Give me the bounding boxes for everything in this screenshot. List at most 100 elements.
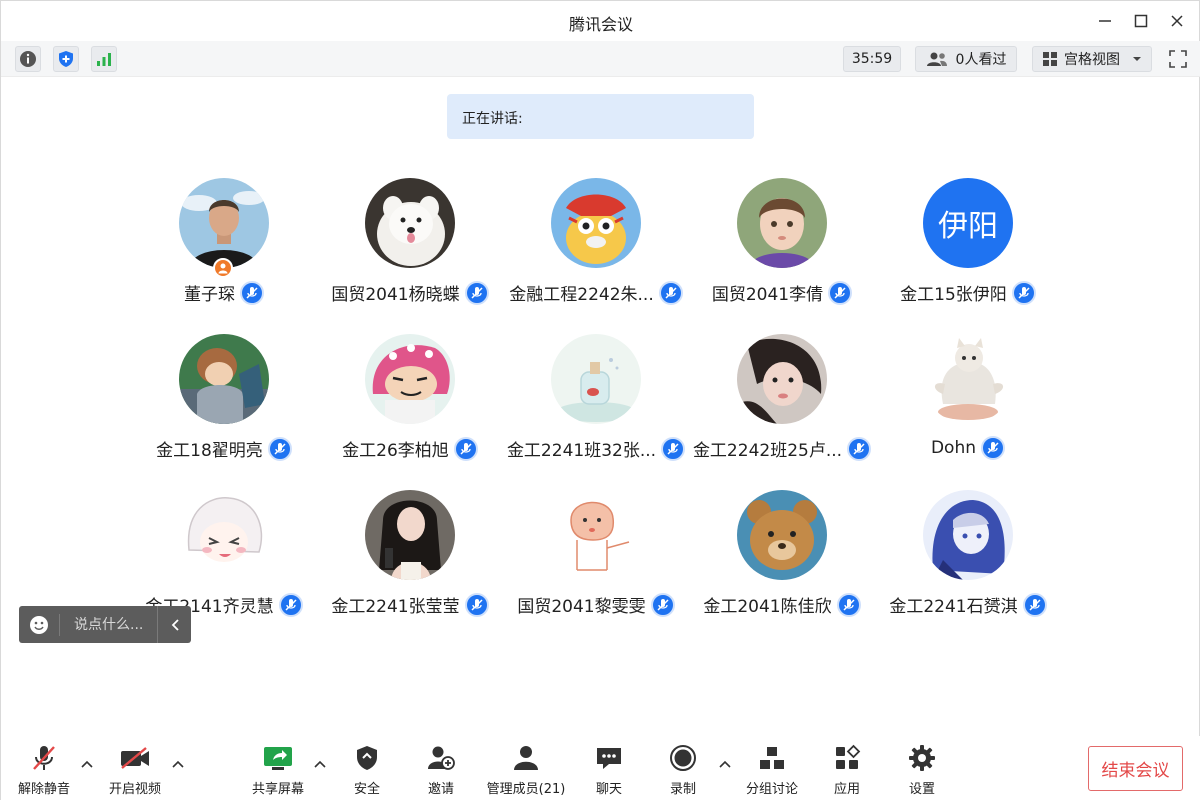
participant-tile[interactable]: 金工2242班25卢... [689,334,875,474]
participant-name: 国贸2041杨晓蝶 [331,285,460,305]
viewers-label: 0人看过 [955,52,1007,68]
close-icon [1171,15,1183,27]
audio-options-caret[interactable] [79,756,95,772]
people-icon [926,52,947,66]
chat-input-pill[interactable]: 说点什么... [19,606,191,643]
avatar-cartoon-doodle [551,490,641,580]
apps-button[interactable]: 应用 [812,742,882,798]
record-options-caret[interactable] [717,756,733,772]
chat-placeholder[interactable]: 说点什么... [59,613,157,636]
record-icon [670,745,696,771]
minimize-icon [1099,20,1111,22]
shield-icon [59,51,73,67]
meeting-timer: 35:59 [843,46,901,72]
host-badge [213,258,233,278]
start-video-label: 开启视频 [108,782,161,797]
participant-tile[interactable]: 伊阳 金工15张伊阳 [875,178,1061,318]
network-signal-button[interactable] [91,46,117,72]
grid-view-icon [1043,52,1057,66]
share-screen-button[interactable]: 共享屏幕 [243,742,313,798]
view-mode-dropdown[interactable]: 宫格视图 [1032,46,1152,72]
avatar-cartoon-sleep [179,334,269,424]
mic-muted-icon [1022,592,1047,617]
unmute-label: 解除静音 [17,782,70,797]
mic-muted-icon [1011,280,1036,305]
participant-tile[interactable]: 国贸2041杨晓蝶 [317,178,503,318]
minimize-button[interactable] [1087,7,1123,35]
unmute-button[interactable]: 解除静音 [9,742,79,798]
fullscreen-button[interactable] [1165,46,1191,72]
invite-person-icon [428,746,455,770]
avatar-cartoon-bird [551,178,641,268]
invite-button[interactable]: 邀请 [406,742,476,798]
maximize-button[interactable] [1123,7,1159,35]
participant-name: 金工15张伊阳 [900,285,1007,305]
maximize-icon [1134,14,1148,28]
emoji-icon [30,615,48,634]
fullscreen-icon [1169,50,1187,68]
mic-muted-icon [240,280,264,305]
participant-tile[interactable]: 金工18翟明亮 [131,334,317,474]
members-icon [514,746,538,770]
avatar-cartoon-shinchan [365,334,455,424]
participant-tile[interactable]: 董子琛 [131,178,317,318]
breakout-rooms-button[interactable]: 分组讨论 [737,742,807,798]
participant-tile[interactable]: 国贸2041黎雯雯 [503,490,689,630]
security-label: 安全 [353,782,380,797]
end-meeting-button[interactable]: 结束会议 [1088,746,1183,791]
close-button[interactable] [1159,7,1195,35]
info-icon [20,51,36,67]
manage-members-button[interactable]: 管理成员(21) [481,742,571,798]
breakout-rooms-label: 分组讨论 [745,782,798,797]
share-options-caret[interactable] [312,756,328,772]
mic-muted-icon [650,592,675,617]
collapse-chat-button[interactable] [157,606,191,643]
mic-muted-icon [464,592,489,617]
security-button[interactable]: 安全 [332,742,402,798]
speaking-banner: 正在讲话: [447,94,754,139]
participant-name: 董子琛 [184,285,235,305]
bottom-control-bar: 解除静音 开启视频 共享屏幕 安全 邀请 管理成员(21) 聊天 录制 分组讨论… [1,736,1200,800]
viewers-button[interactable]: 0人看过 [915,46,1017,72]
mic-off-icon [33,746,55,770]
participant-name: 金工2242班25卢... [692,441,843,461]
participant-name: 国贸2041黎雯雯 [517,597,646,617]
start-video-button[interactable]: 开启视频 [100,742,170,798]
emoji-button[interactable] [19,606,59,643]
participant-name: 金工2041陈佳欣 [703,597,832,617]
participant-name: 金工2241石赟淇 [889,597,1018,617]
participant-row: 金工2141齐灵慧 金工2241张莹莹 国贸2041黎雯雯 金工2041陈佳欣 [131,490,1061,630]
mic-muted-icon [828,280,853,305]
participant-tile[interactable]: 国贸2041李倩 [689,178,875,318]
participant-tile[interactable]: Dohn [875,334,1061,474]
participant-tile[interactable]: 金工2241班32张... [503,334,689,474]
avatar-photo-bear [737,490,827,580]
avatar-text: 伊阳 [923,178,1013,268]
participant-tile[interactable]: 金融工程2242朱... [503,178,689,318]
security-shield-button[interactable] [53,46,79,72]
avatar-photo-dog [365,178,455,268]
participant-tile[interactable]: 金工2241张莹莹 [317,490,503,630]
participant-name: Dohn [930,438,977,458]
participant-name: 金工26李柏旭 [342,441,449,461]
info-button[interactable] [15,46,41,72]
mic-muted-icon [464,280,489,305]
chat-label: 聊天 [595,782,622,797]
avatar-cartoon-anime-white [179,490,269,580]
chat-button[interactable]: 聊天 [574,742,644,798]
apps-icon [836,744,861,769]
participant-tile[interactable]: 金工2041陈佳欣 [689,490,875,630]
participant-tile[interactable]: 金工2241石赟淇 [875,490,1061,630]
shield-icon [357,746,377,770]
meeting-toolbar: 35:59 0人看过 宫格视图 [1,41,1200,77]
chevron-left-icon [171,618,179,631]
avatar-photo-bottle [551,334,641,424]
record-button[interactable]: 录制 [648,742,718,798]
gear-icon [909,745,935,771]
settings-button[interactable]: 设置 [887,742,957,798]
window-title: 腾讯会议 [568,15,633,34]
video-options-caret[interactable] [170,756,186,772]
participant-row: 董子琛 国贸2041杨晓蝶 金融工程2242朱... 国贸2041李倩 伊阳 金… [131,178,1061,318]
participant-tile[interactable]: 金工26李柏旭 [317,334,503,474]
avatar-photo-cat [923,334,1013,424]
